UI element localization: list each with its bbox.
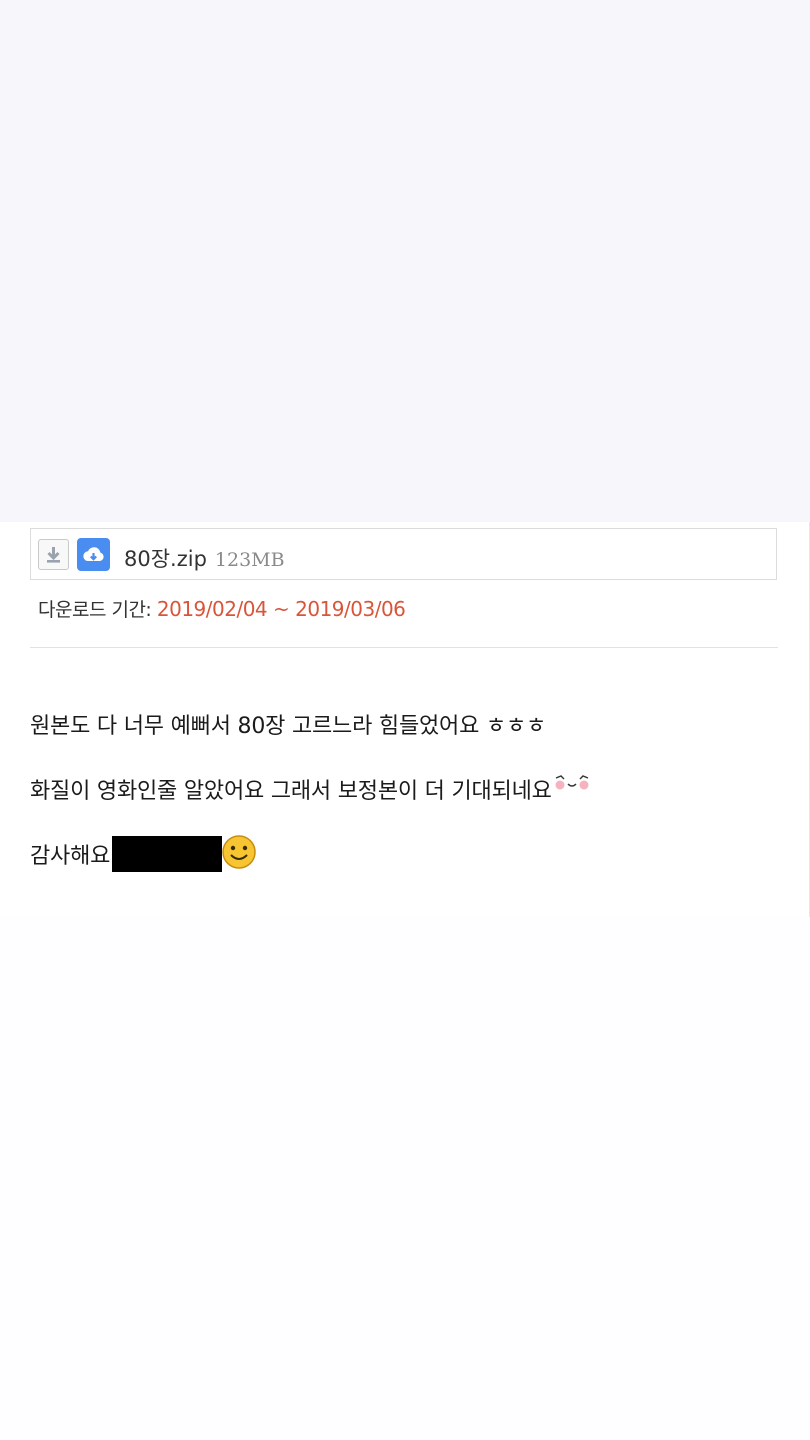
smile-emoticon-icon (222, 835, 256, 869)
attachment-box: 80장.zip 123MB (30, 528, 777, 580)
download-icon (47, 547, 60, 563)
comment-line-2: 화질이 영화인줄 알았어요 그래서 보정본이 더 기대되네요 (30, 772, 590, 805)
redacted-name-block (112, 836, 223, 872)
comment-line-3: 감사해요 (30, 835, 258, 872)
file-size: 123MB (214, 549, 285, 571)
download-button[interactable] (38, 539, 69, 570)
divider (30, 647, 778, 648)
download-period-label: 다운로드 기간: (38, 599, 157, 621)
cloud-save-icon (83, 547, 104, 561)
download-period-value: 2019/02/04 ~ 2019/03/06 (156, 597, 406, 621)
blank-bottom-area (0, 917, 810, 1440)
post-content: 80장.zip 123MB 다운로드 기간: 2019/02/04 ~ 2019/… (0, 522, 810, 917)
comment-line-1: 원본도 다 너무 예뻐서 80장 고르느라 힘들었어요 ㅎㅎㅎ (30, 714, 547, 739)
download-period: 다운로드 기간: 2019/02/04 ~ 2019/03/06 (38, 595, 406, 622)
comment-line-2-text: 화질이 영화인줄 알았어요 그래서 보정본이 더 기대되네요 (30, 779, 552, 804)
blush-emoticon-icon (555, 775, 589, 790)
file-name-link[interactable]: 80장.zip (124, 547, 207, 571)
cloud-save-button[interactable] (77, 538, 110, 571)
blank-top-area (0, 0, 810, 522)
attachment-file[interactable]: 80장.zip 123MB (124, 543, 285, 573)
comment-line-3-text: 감사해요 (30, 844, 111, 869)
